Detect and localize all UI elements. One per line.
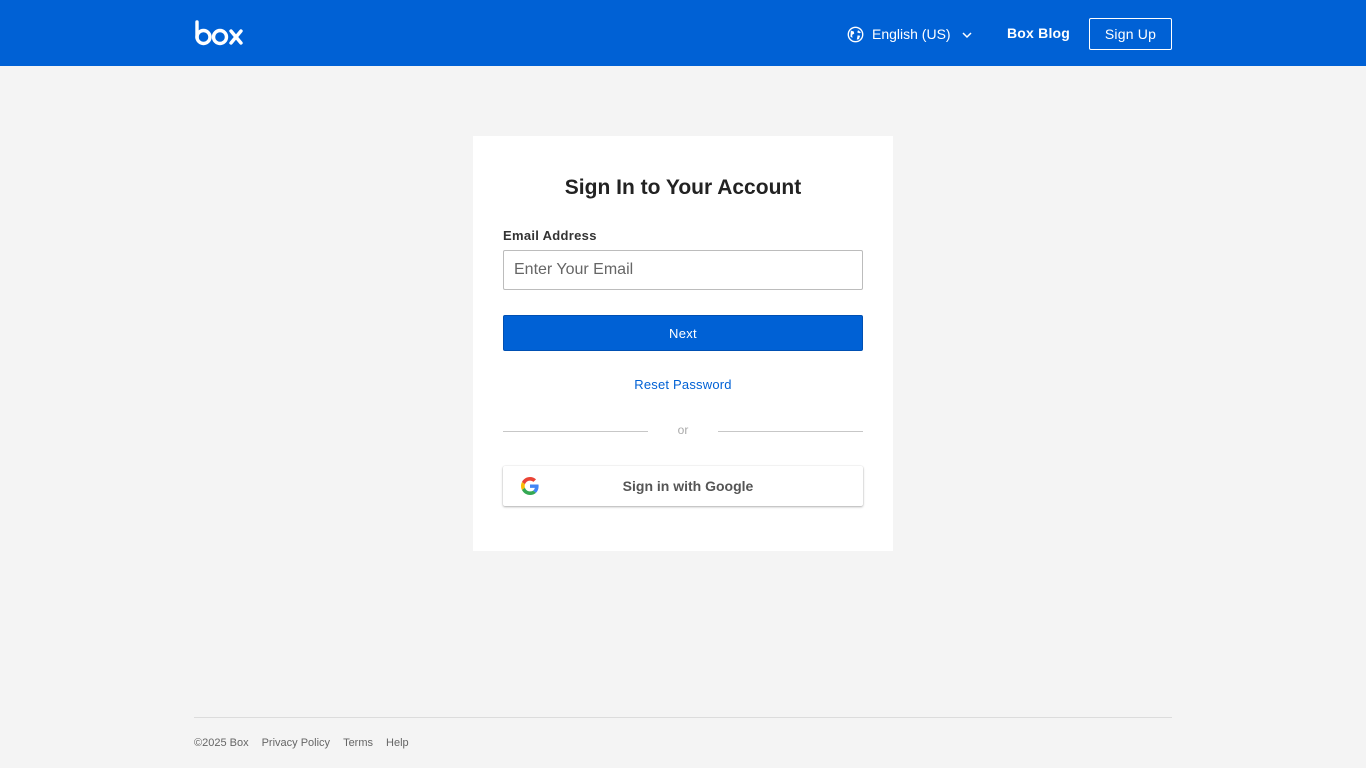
language-selector[interactable]: English (US): [847, 24, 973, 44]
divider-or-text: or: [677, 423, 689, 437]
email-label: Email Address: [503, 228, 597, 243]
copyright-text: ©2025 Box: [194, 737, 249, 749]
sign-up-button[interactable]: Sign Up: [1089, 18, 1172, 50]
box-blog-link[interactable]: Box Blog: [1007, 25, 1070, 41]
footer: ©2025 Box Privacy Policy Terms Help: [194, 737, 409, 749]
privacy-policy-link[interactable]: Privacy Policy: [262, 737, 330, 749]
box-logo[interactable]: box: [194, 20, 244, 47]
chevron-down-icon: [962, 32, 972, 39]
help-link[interactable]: Help: [386, 737, 409, 749]
divider-line-left: [503, 431, 648, 432]
next-button[interactable]: Next: [503, 315, 863, 351]
language-label: English (US): [872, 26, 951, 42]
globe-icon: [847, 26, 864, 42]
login-card: Sign In to Your Account Email Address Ne…: [473, 136, 893, 551]
terms-link[interactable]: Terms: [343, 737, 373, 749]
page-title: Sign In to Your Account: [564, 176, 802, 199]
google-sign-in-label: Sign in with Google: [622, 478, 754, 494]
email-input[interactable]: [503, 250, 863, 290]
footer-divider: [194, 717, 1172, 718]
google-sign-in-button[interactable]: Sign in with Google: [503, 466, 863, 506]
divider-line-right: [718, 431, 863, 432]
top-navigation-bar: box English (US) Box Blog Sign Up: [0, 0, 1366, 66]
reset-password-link[interactable]: Reset Password: [473, 377, 893, 392]
